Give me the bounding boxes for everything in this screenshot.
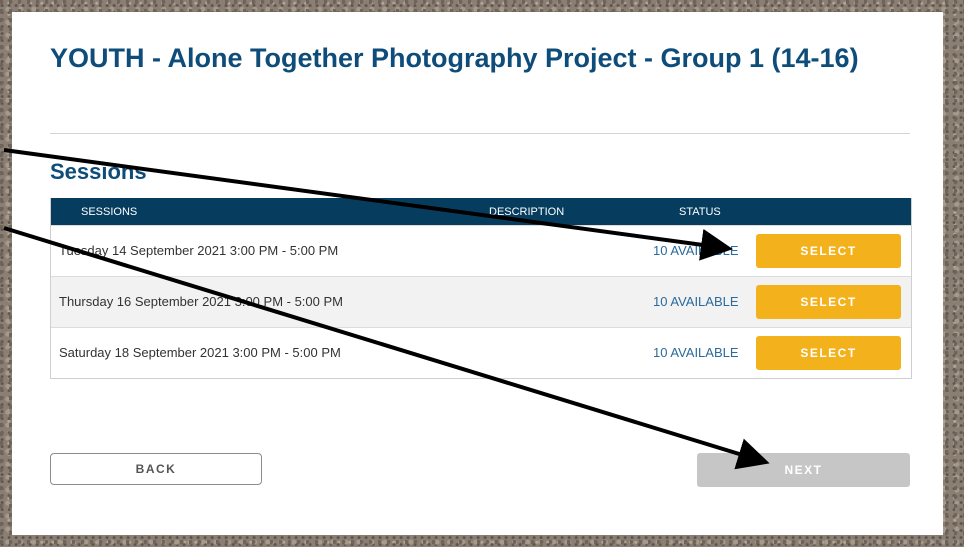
select-session-button[interactable]: SELECT [756, 234, 901, 268]
column-header-status: STATUS [679, 206, 721, 218]
session-status: 10 AVAILABLE [653, 294, 739, 309]
sessions-table: SESSIONS DESCRIPTION STATUS Tuesday 14 S… [50, 198, 912, 379]
sessions-heading: Sessions [50, 159, 147, 184]
session-date: Saturday 18 September 2021 3:00 PM - 5:0… [59, 345, 341, 360]
table-row: Thursday 16 September 2021 3:00 PM - 5:0… [51, 276, 911, 327]
select-session-button[interactable]: SELECT [756, 336, 901, 370]
table-row: Saturday 18 September 2021 3:00 PM - 5:0… [51, 327, 911, 378]
column-header-sessions: SESSIONS [81, 206, 138, 218]
back-button[interactable]: BACK [50, 453, 262, 485]
table-row: Tuesday 14 September 2021 3:00 PM - 5:00… [51, 225, 911, 276]
session-status: 10 AVAILABLE [653, 345, 739, 360]
session-date: Thursday 16 September 2021 3:00 PM - 5:0… [59, 294, 343, 309]
next-button[interactable]: NEXT [697, 453, 910, 487]
booking-card: YOUTH - Alone Together Photography Proje… [12, 12, 943, 535]
page-title: YOUTH - Alone Together Photography Proje… [50, 43, 859, 73]
select-session-button[interactable]: SELECT [756, 285, 901, 319]
column-header-description: DESCRIPTION [489, 206, 565, 218]
session-date: Tuesday 14 September 2021 3:00 PM - 5:00… [59, 243, 339, 258]
title-divider [50, 133, 910, 134]
table-header: SESSIONS DESCRIPTION STATUS [51, 198, 911, 225]
session-status: 10 AVAILABLE [653, 243, 739, 258]
